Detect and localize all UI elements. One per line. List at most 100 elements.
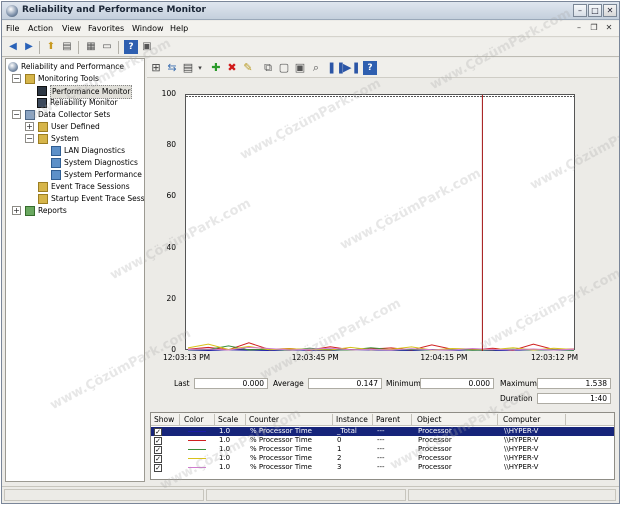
tree-label-monitoring-tools: Monitoring Tools <box>38 74 99 83</box>
expand-icon[interactable]: + <box>25 122 34 131</box>
tree-label-system-performance: System Performance <box>64 170 142 179</box>
instance-cell: 3 <box>337 463 342 471</box>
zoom-icon[interactable]: ⌕ <box>309 61 323 75</box>
column-instance[interactable]: Instance <box>336 415 368 424</box>
add-counter-icon[interactable]: ✚ <box>209 61 223 75</box>
tree-label-reports: Reports <box>38 206 67 215</box>
up-folder-icon[interactable]: ⬆ <box>44 40 58 54</box>
graph-type-dropdown-icon[interactable]: ▾ <box>193 61 207 75</box>
menu-file[interactable]: File <box>6 24 19 33</box>
column-separator[interactable] <box>245 414 246 425</box>
properties-icon[interactable]: ▦ <box>84 40 98 54</box>
tree-label-system-diagnostics: System Diagnostics <box>64 158 138 167</box>
paste-counter-list-icon[interactable]: ▢ <box>277 61 291 75</box>
view-current-activity-icon[interactable]: ⊞ <box>149 61 163 75</box>
maximum-label: Maximum <box>500 379 537 388</box>
tree-label-lan-diagnostics: LAN Diagnostics <box>64 146 125 155</box>
show-checkbox[interactable]: ✓ <box>154 446 162 454</box>
highlight-icon[interactable]: ✎ <box>241 61 255 75</box>
graph-toolbar: ⊞ ⇆ ▤ ▾ ✚ ✖ ✎ ⧉ ▢ ▣ ⌕ ❚❚ ▶❚ ? <box>147 58 618 78</box>
instance-cell: 1 <box>337 445 342 453</box>
computer-cell: \\HYPER-V <box>504 445 539 453</box>
maximize-button[interactable]: □ <box>588 4 602 17</box>
column-separator[interactable] <box>332 414 333 425</box>
instance-cell: _Total <box>337 427 357 435</box>
line-chart: 100 80 60 40 20 0 12:03:13 PM 12:03:45 PM 12:04… <box>150 80 615 376</box>
expand-icon[interactable]: + <box>12 206 21 215</box>
column-scale[interactable]: Scale <box>218 415 238 424</box>
show-checkbox[interactable]: ✓ <box>154 464 162 472</box>
copy-properties-icon[interactable]: ⧉ <box>261 61 275 75</box>
mdi-close-icon[interactable]: ✕ <box>603 22 615 34</box>
app-window: Reliability and Performance Monitor – □ … <box>1 1 620 504</box>
close-button[interactable]: ✕ <box>603 4 617 17</box>
y-tick-label: 100 <box>161 89 176 98</box>
freeze-display-icon[interactable]: ❚❚ <box>327 61 345 75</box>
back-arrow-icon[interactable]: ◀ <box>6 40 20 54</box>
delete-counter-icon[interactable]: ✖ <box>225 61 239 75</box>
color-swatch <box>188 467 206 468</box>
mmc-view-icon[interactable]: ▣ <box>140 40 154 54</box>
last-value: 0.000 <box>194 378 268 389</box>
scale-cell: 1.0 <box>219 427 231 435</box>
update-data-icon[interactable]: ▶❚ <box>343 61 361 75</box>
statistics-bar: Last 0.000 Average 0.147 Minimum 0.000 M… <box>150 376 615 410</box>
counter-cell: % Processor Time <box>250 427 312 435</box>
column-separator[interactable] <box>214 414 215 425</box>
menu-help[interactable]: Help <box>170 24 188 33</box>
column-separator[interactable] <box>565 414 566 425</box>
table-row[interactable]: ✓ 1.0 % Processor Time _Total --- Processor \\… <box>151 427 614 436</box>
object-cell: Processor <box>418 463 452 471</box>
menu-action[interactable]: Action <box>28 24 53 33</box>
column-separator[interactable] <box>497 414 498 425</box>
menu-view[interactable]: View <box>62 24 81 33</box>
mdi-restore-icon[interactable]: ❐ <box>588 22 600 34</box>
help-icon[interactable]: ? <box>363 61 377 75</box>
column-color[interactable]: Color <box>184 415 204 424</box>
counter-cell: % Processor Time <box>250 454 312 462</box>
counter-cell: % Processor Time <box>250 436 312 444</box>
folder-icon <box>38 122 48 132</box>
column-separator[interactable] <box>372 414 373 425</box>
performance-monitor-icon <box>37 86 47 96</box>
tree-label-event-trace-sessions: Event Trace Sessions <box>51 182 130 191</box>
collapse-icon[interactable]: − <box>12 74 21 83</box>
status-bar <box>2 486 619 503</box>
collapse-icon[interactable]: − <box>25 134 34 143</box>
table-row[interactable]: ✓ 1.0 % Processor Time 1 --- Processor \\HYPER… <box>151 445 614 454</box>
computer-cell: \\HYPER-V <box>504 436 539 444</box>
export-list-icon[interactable]: ▭ <box>100 40 114 54</box>
color-swatch <box>188 449 206 450</box>
performance-monitor-pane: ⊞ ⇆ ▤ ▾ ✚ ✖ ✎ ⧉ ▢ ▣ ⌕ ❚❚ ▶❚ ? 100 80 60 40 2… <box>147 58 618 482</box>
help-icon[interactable]: ? <box>124 40 138 54</box>
show-checkbox[interactable]: ✓ <box>154 437 162 445</box>
mdi-minimize-icon[interactable]: – <box>573 22 585 34</box>
minimize-button[interactable]: – <box>573 4 587 17</box>
column-show[interactable]: Show <box>154 415 174 424</box>
column-separator[interactable] <box>411 414 412 425</box>
tree-label-root: Reliability and Performance <box>21 62 125 71</box>
forward-arrow-icon[interactable]: ▶ <box>22 40 36 54</box>
column-counter[interactable]: Counter <box>249 415 279 424</box>
column-object[interactable]: Object <box>417 415 441 424</box>
object-cell: Processor <box>418 445 452 453</box>
y-tick-label: 60 <box>166 191 176 201</box>
show-checkbox[interactable]: ✓ <box>154 428 162 436</box>
menu-favorites[interactable]: Favorites <box>88 24 124 33</box>
column-computer[interactable]: Computer <box>503 415 540 424</box>
table-row[interactable]: ✓ 1.0 % Processor Time 2 --- Processor \\HYPER… <box>151 454 614 463</box>
table-row[interactable]: ✓ 1.0 % Processor Time 3 --- Processor \\HYPER… <box>151 463 614 472</box>
show-hide-tree-icon[interactable]: ▤ <box>60 40 74 54</box>
instance-cell: 2 <box>337 454 342 462</box>
properties-icon[interactable]: ▣ <box>293 61 307 75</box>
column-parent[interactable]: Parent <box>376 415 400 424</box>
collapse-icon[interactable]: − <box>12 110 21 119</box>
menu-window[interactable]: Window <box>132 24 164 33</box>
table-row[interactable]: ✓ 1.0 % Processor Time 0 --- Processor \\HYPER… <box>151 436 614 445</box>
show-checkbox[interactable]: ✓ <box>154 455 162 463</box>
view-log-data-icon[interactable]: ⇆ <box>165 61 179 75</box>
minimum-label: Minimum <box>386 379 421 388</box>
color-swatch <box>188 431 206 432</box>
folder-icon <box>38 194 48 204</box>
column-separator[interactable] <box>179 414 180 425</box>
